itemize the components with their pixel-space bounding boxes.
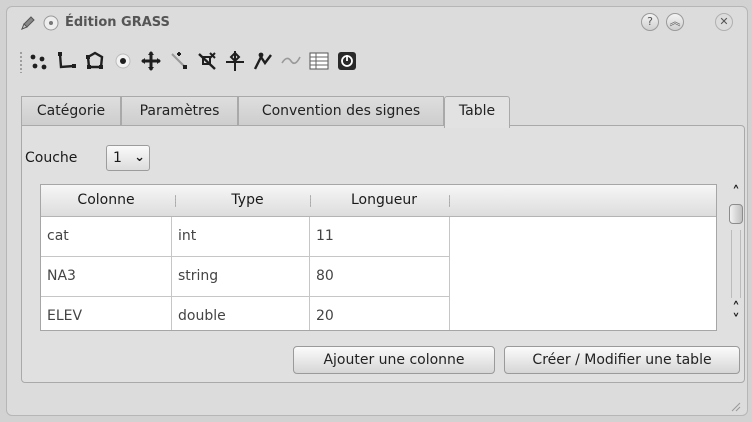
column-header-colonne[interactable]: Colonne [41,185,171,217]
new-boundary-icon[interactable] [83,49,107,73]
resize-grip-icon[interactable] [729,397,741,412]
help-icon[interactable]: ? [641,13,659,31]
edit-toolbar [17,49,437,75]
edit-line-icon[interactable] [279,49,303,73]
tab-label: Catégorie [36,103,106,119]
column-header-type[interactable]: Type [179,185,316,217]
table-cell[interactable]: string [172,257,310,297]
move-element-icon[interactable] [223,49,247,73]
table-cell[interactable]: 11 [310,217,450,257]
add-vertex-icon[interactable] [167,49,191,73]
attribute-table-icon[interactable] [307,49,331,73]
move-vertex-icon[interactable] [139,49,163,73]
column-resize-handle[interactable] [449,195,450,207]
layer-select-value: 1 [113,150,122,166]
new-line-icon[interactable] [55,49,79,73]
create-modify-table-button[interactable]: Créer / Modifier une table [504,346,740,374]
column-resize-handle[interactable] [175,195,176,207]
attribute-table: Colonne Type Longueur cat int 11 NA3 str… [40,184,717,331]
circle-dot-icon[interactable] [42,14,60,36]
table-cell[interactable]: double [172,297,310,330]
column-header-longueur[interactable]: Longueur [314,185,454,217]
scrollbar-track[interactable] [731,230,741,298]
close-icon[interactable]: ✕ [715,13,733,31]
add-column-button-label: Ajouter une colonne [323,352,465,368]
vertical-scrollbar[interactable]: ˄ ˄ ˅ [725,184,747,331]
table-cell[interactable]: cat [41,217,172,257]
tab-label: Convention des signes [261,103,421,119]
window-title: Édition GRASS [65,15,170,30]
table-header: Colonne Type Longueur [41,185,716,217]
close-edit-icon[interactable] [335,49,359,73]
tab-convention-des-signes[interactable]: Convention des signes [238,96,444,126]
chevron-up-icon[interactable]: ︽ [666,13,684,31]
tab-parametres[interactable]: Paramètres [121,96,238,126]
column-resize-handle[interactable] [310,195,311,207]
table-cell[interactable]: NA3 [41,257,172,297]
tab-label: Paramètres [139,103,220,119]
tab-label: Table [458,103,496,119]
tab-categorie[interactable]: Catégorie [21,96,121,126]
pencil-icon [19,14,37,36]
table-cell[interactable]: 20 [310,297,450,330]
table-cell[interactable]: int [172,217,310,257]
create-modify-table-button-label: Créer / Modifier une table [532,352,712,368]
delete-vertex-icon[interactable] [195,49,219,73]
chevron-down-icon: ⌄ [134,150,145,165]
new-point-icon[interactable] [27,49,51,73]
add-column-button[interactable]: Ajouter une colonne [293,346,495,374]
layer-label: Couche [25,150,78,166]
toolbar-grip[interactable] [19,51,23,73]
layer-select[interactable]: 1 ⌄ [106,145,150,171]
title-bar: Édition GRASS ? ︽ ✕ [7,7,747,37]
table-cell[interactable]: 80 [310,257,450,297]
split-line-icon[interactable] [251,49,275,73]
tab-table[interactable]: Table [444,96,510,128]
scrollbar-thumb[interactable] [729,204,743,224]
chevron-up-icon[interactable]: ˄ [727,185,745,200]
grass-edit-window: Édition GRASS ? ︽ ✕ Catégorie Paramètres… [6,6,748,416]
chevron-down-icon[interactable]: ˅ [727,313,745,328]
new-centroid-icon[interactable] [111,49,135,73]
table-cell[interactable]: ELEV [41,297,172,330]
